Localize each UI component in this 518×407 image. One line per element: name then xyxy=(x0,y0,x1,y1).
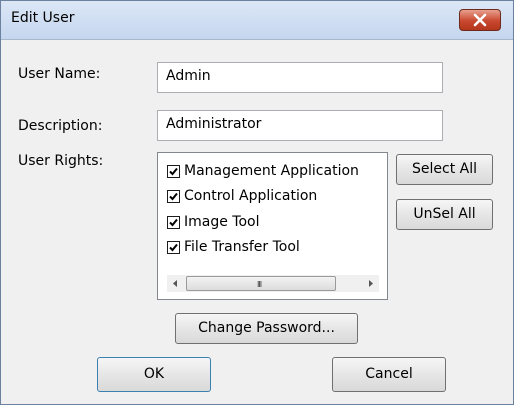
title-bar[interactable]: Edit User xyxy=(1,1,513,40)
cancel-button[interactable]: Cancel xyxy=(332,357,446,392)
user-rights-listbox[interactable]: Management Application Control Applicati… xyxy=(157,152,388,300)
user-rights-label: User Rights: xyxy=(18,153,104,169)
rights-item-label: Control Application xyxy=(184,188,318,204)
description-label: Description: xyxy=(18,118,103,134)
dialog-title: Edit User xyxy=(11,10,75,26)
user-name-label: User Name: xyxy=(18,66,101,82)
close-icon xyxy=(473,13,487,27)
rights-item-label: File Transfer Tool xyxy=(184,239,300,255)
horizontal-scrollbar[interactable]: III xyxy=(167,275,379,292)
checkmark-icon xyxy=(169,192,178,201)
change-password-button[interactable]: Change Password... xyxy=(175,313,358,344)
unselect-all-button[interactable]: UnSel All xyxy=(396,199,493,230)
rights-item-label: Management Application xyxy=(184,163,359,179)
scrollbar-grip: III xyxy=(257,280,262,289)
scroll-left-button[interactable] xyxy=(167,275,184,292)
checkmark-icon xyxy=(169,167,178,176)
checkbox[interactable] xyxy=(167,241,180,254)
close-button[interactable] xyxy=(459,9,501,31)
scroll-left-arrow-icon xyxy=(173,280,177,287)
checkbox[interactable] xyxy=(167,165,180,178)
rights-item-label: Image Tool xyxy=(184,214,260,230)
scroll-right-arrow-icon xyxy=(369,280,373,287)
edit-user-dialog: Edit User User Name: Admin Description: … xyxy=(0,0,514,405)
ok-button-label: OK xyxy=(143,366,165,382)
checkbox[interactable] xyxy=(167,216,180,229)
scrollbar-thumb[interactable]: III xyxy=(186,276,336,291)
checkmark-icon xyxy=(169,243,178,252)
scroll-right-button[interactable] xyxy=(362,275,379,292)
ok-button[interactable]: OK xyxy=(97,357,211,392)
user-name-field[interactable]: Admin xyxy=(157,62,443,93)
checkmark-icon xyxy=(169,218,178,227)
description-field[interactable]: Administrator xyxy=(157,110,443,141)
select-all-button[interactable]: Select All xyxy=(396,154,493,185)
checkbox[interactable] xyxy=(167,190,180,203)
